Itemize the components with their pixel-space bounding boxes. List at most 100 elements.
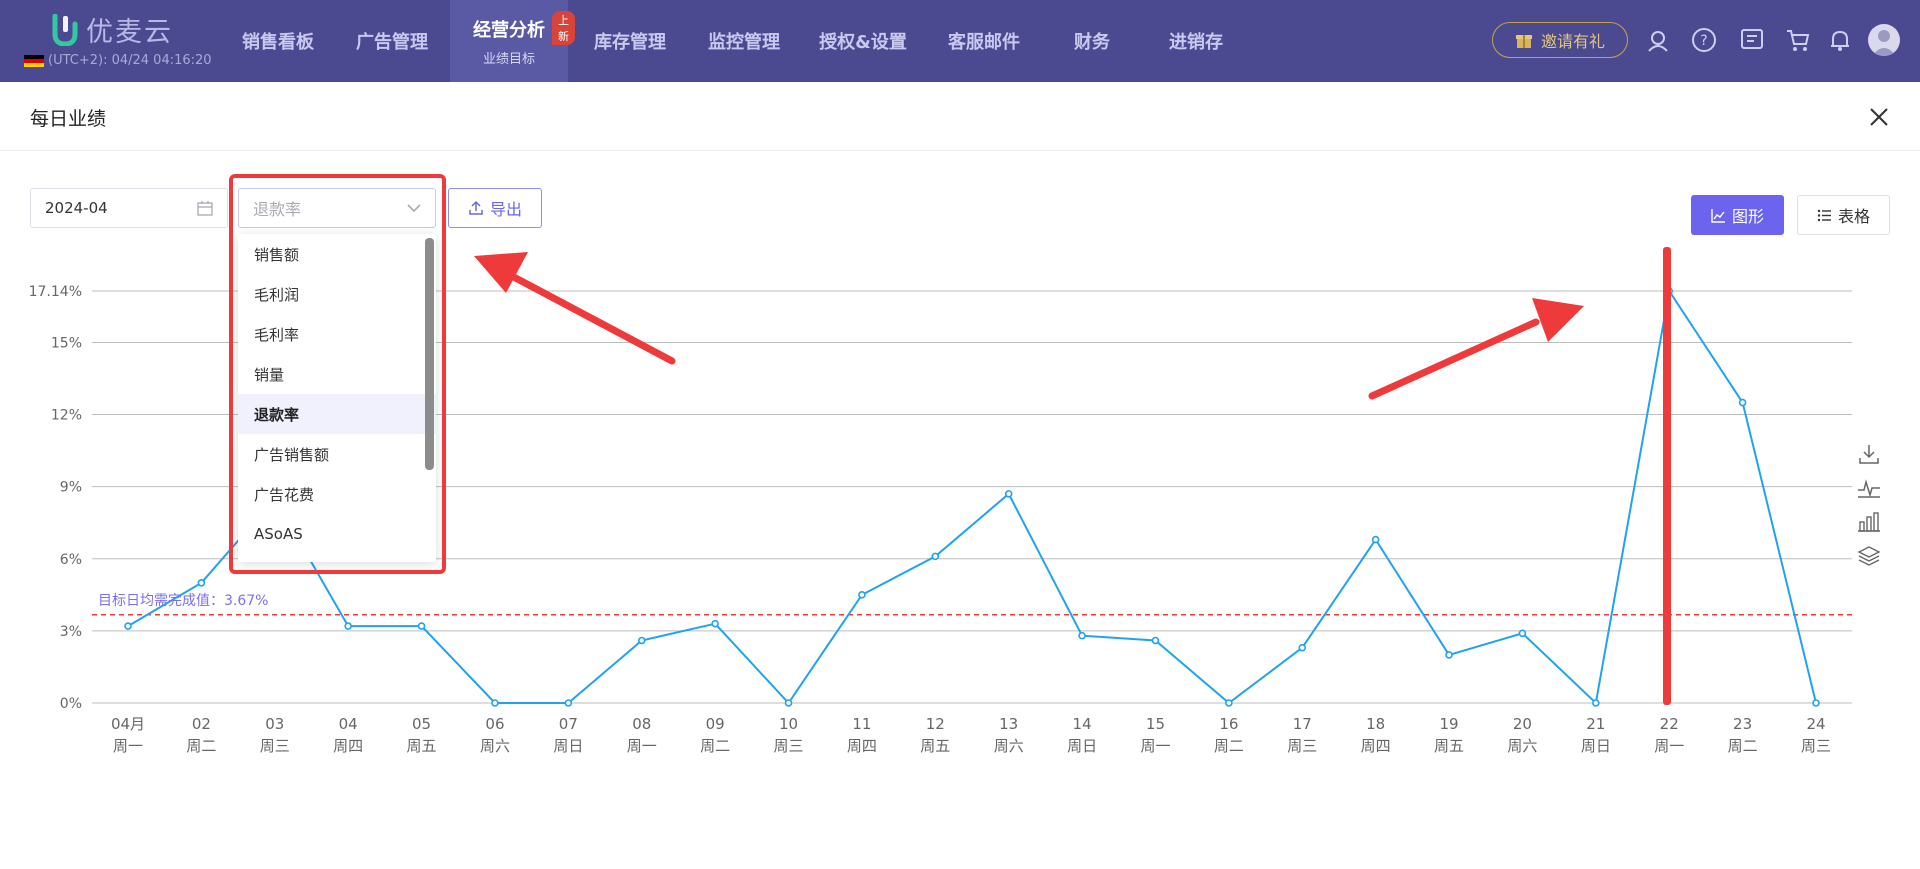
x-tick-sublabel: 周一 <box>627 737 657 755</box>
data-point <box>1225 699 1233 707</box>
data-point <box>784 699 793 707</box>
data-point <box>711 619 719 628</box>
avatar-icon <box>1872 30 1896 56</box>
x-tick-sublabel: 周三 <box>1287 737 1317 755</box>
data-point <box>637 636 646 645</box>
x-tick-sublabel: 周二 <box>186 737 216 755</box>
nav-item-ads[interactable]: 广告管理 <box>342 0 442 82</box>
x-tick-label: 07 <box>559 715 578 733</box>
x-tick-sublabel: 周二 <box>1728 737 1758 755</box>
svg-text:?: ? <box>1700 33 1707 49</box>
x-tick-sublabel: 周日 <box>1067 737 1097 755</box>
upload-icon <box>469 200 483 215</box>
x-tick-sublabel: 周六 <box>994 737 1024 755</box>
calendar-icon <box>197 201 213 216</box>
timezone-clock: (UTC+2): 04/24 04:16:20 <box>24 53 212 68</box>
message-icon[interactable] <box>1738 26 1766 54</box>
x-tick-label: 16 <box>1219 715 1238 733</box>
nav-sub-performance-target[interactable]: 业绩目标 <box>483 48 535 67</box>
month-picker[interactable]: 2024-04 <box>30 188 228 228</box>
x-tick-sublabel: 周五 <box>407 737 437 755</box>
data-point <box>931 552 940 561</box>
data-point <box>1518 629 1527 638</box>
x-tick-sublabel: 周五 <box>1434 737 1464 755</box>
nav-item-business-analysis[interactable]: 经营分析 业绩目标 <box>450 0 568 82</box>
x-tick-label: 19 <box>1439 715 1458 733</box>
x-tick-label: 13 <box>999 715 1018 733</box>
y-tick-label: 9% <box>60 480 82 496</box>
logo[interactable]: 优麦云 <box>52 10 173 49</box>
nav-label: 经营分析 <box>473 19 545 41</box>
download-icon[interactable] <box>1857 442 1881 466</box>
x-tick-sublabel: 周日 <box>553 737 583 755</box>
data-point <box>1592 699 1600 707</box>
nav-item-monitor[interactable]: 监控管理 <box>694 0 794 82</box>
export-label: 导出 <box>489 200 522 219</box>
invite-label: 邀请有礼 <box>1540 32 1605 51</box>
y-tick-label: 3% <box>60 624 82 640</box>
cart-icon[interactable] <box>1784 26 1812 54</box>
app-root: 优麦云 (UTC+2): 04/24 04:16:20 销售看板 广告管理 经营… <box>0 0 1920 869</box>
x-tick-label: 04 <box>339 715 358 733</box>
x-tick-label: 05 <box>412 715 431 733</box>
nav-item-inventory[interactable]: 库存管理 <box>580 0 680 82</box>
bar-type-icon[interactable] <box>1857 510 1881 534</box>
gift-icon <box>1515 35 1532 48</box>
data-point <box>344 622 352 630</box>
logo-icon <box>52 13 78 46</box>
x-tick-sublabel: 周三 <box>260 737 290 755</box>
x-tick-label: 17 <box>1293 715 1312 733</box>
nav-item-purchase-sales-stock[interactable]: 进销存 <box>1146 0 1246 82</box>
customer-service-icon[interactable] <box>1644 26 1672 54</box>
header-divider <box>0 150 1920 151</box>
nav-label: 进销存 <box>1169 32 1223 53</box>
x-tick-sublabel: 周二 <box>1214 737 1244 755</box>
nav-item-service-mail[interactable]: 客服邮件 <box>934 0 1034 82</box>
y-tick-label: 12% <box>51 408 82 424</box>
chart-view-label: 图形 <box>1731 207 1764 226</box>
data-point <box>124 622 132 630</box>
x-tick-label: 18 <box>1366 715 1385 733</box>
nav-label: 授权&设置 <box>819 32 907 53</box>
x-tick-label: 21 <box>1586 715 1605 733</box>
x-tick-sublabel: 周四 <box>1361 737 1391 755</box>
nav-item-auth-settings[interactable]: 授权&设置 <box>808 0 918 82</box>
data-point <box>1078 631 1086 640</box>
target-label: 目标日均需完成值：3.67% <box>98 593 269 609</box>
data-point <box>1298 643 1307 652</box>
x-tick-label: 22 <box>1660 715 1679 733</box>
help-icon[interactable]: ? <box>1690 26 1718 54</box>
x-tick-sublabel: 周四 <box>847 737 877 755</box>
chart-view-button[interactable]: 图形 <box>1691 195 1784 235</box>
close-icon[interactable] <box>1866 104 1892 130</box>
logo-text: 优麦云 <box>86 17 173 48</box>
data-point <box>197 579 206 587</box>
x-tick-sublabel: 周日 <box>1581 737 1611 755</box>
x-tick-label: 04月 <box>111 715 145 733</box>
x-tick-sublabel: 周一 <box>1140 737 1170 755</box>
nav-label: 销售看板 <box>242 32 314 53</box>
bell-icon[interactable] <box>1826 26 1854 54</box>
data-point <box>1665 287 1674 295</box>
user-avatar[interactable] <box>1868 24 1900 56</box>
annotation-highlight-box <box>229 174 446 574</box>
export-button[interactable]: 导出 <box>448 188 542 228</box>
x-tick-label: 10 <box>779 715 798 733</box>
line-type-icon[interactable] <box>1857 476 1881 500</box>
x-tick-label: 12 <box>926 715 945 733</box>
invite-button[interactable]: 邀请有礼 <box>1492 22 1628 58</box>
nav-item-sales-board[interactable]: 销售看板 <box>226 0 330 82</box>
nav-item-finance[interactable]: 财务 <box>1062 0 1122 82</box>
y-tick-label: 17.14% <box>29 284 82 300</box>
stack-layers-icon[interactable] <box>1857 544 1881 568</box>
data-point <box>1004 490 1013 498</box>
x-tick-label: 24 <box>1806 715 1825 733</box>
data-point <box>1445 651 1453 659</box>
table-view-button[interactable]: 表格 <box>1797 195 1890 235</box>
x-tick-label: 14 <box>1073 715 1092 733</box>
data-point <box>1151 636 1160 645</box>
x-tick-sublabel: 周二 <box>700 737 730 755</box>
month-value: 2024-04 <box>45 199 108 217</box>
x-tick-label: 03 <box>265 715 284 733</box>
x-tick-label: 06 <box>485 715 504 733</box>
